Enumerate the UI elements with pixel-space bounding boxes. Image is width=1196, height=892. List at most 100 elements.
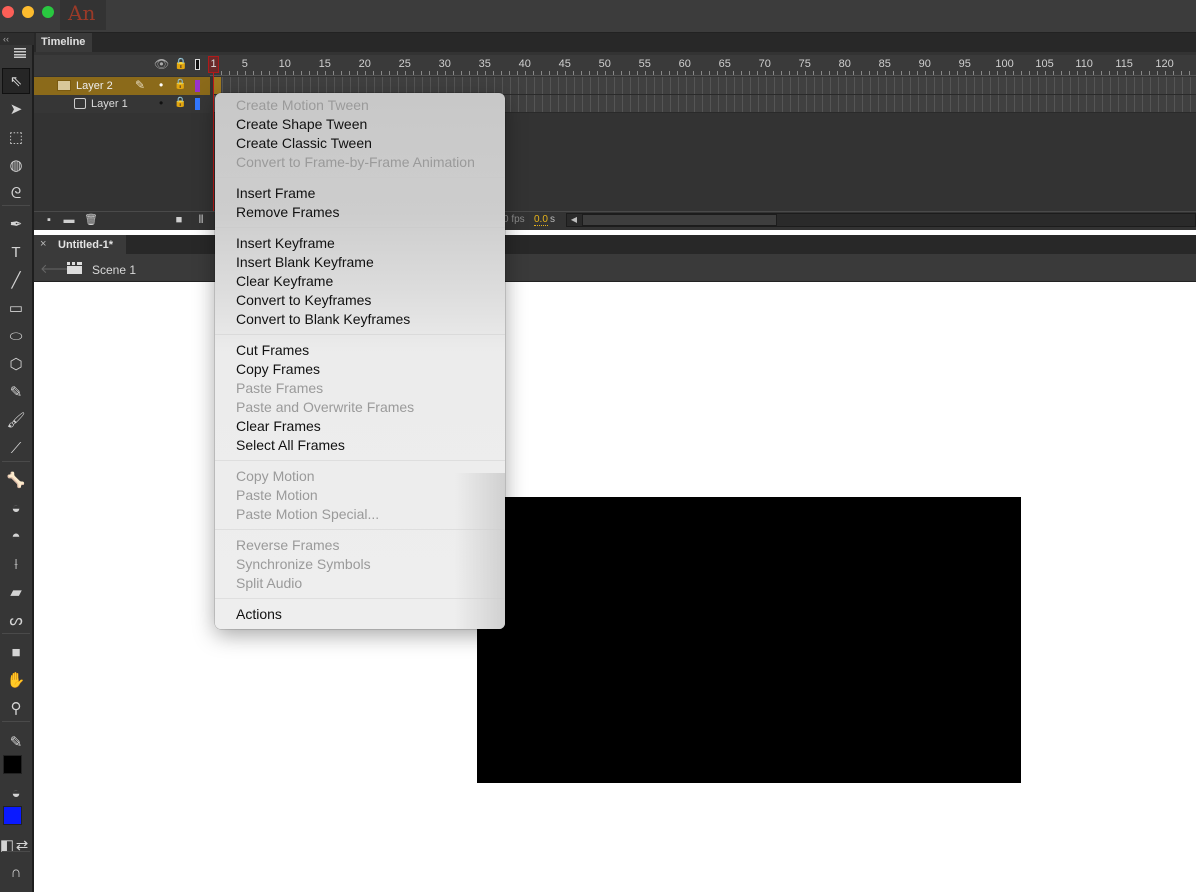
playhead[interactable]: 1: [208, 56, 219, 73]
3d-rotation-tool-icon[interactable]: ◍: [2, 152, 30, 178]
oval-tool-icon[interactable]: ⬭: [2, 323, 30, 349]
scroll-left-icon[interactable]: ◀: [568, 214, 580, 226]
menu-item-create-classic-tween[interactable]: Create Classic Tween: [215, 134, 505, 153]
eraser-tool-icon[interactable]: ▰: [2, 579, 30, 605]
lock-icon[interactable]: 🔒: [174, 97, 186, 108]
ruler-label: 10: [278, 58, 291, 70]
hand-tool-icon[interactable]: ✋: [2, 667, 30, 693]
ruler-tick: [1093, 71, 1094, 75]
width-tool-icon[interactable]: ᔕ: [2, 607, 30, 633]
menu-item-insert-blank-keyframe[interactable]: Insert Blank Keyframe: [215, 253, 505, 272]
menu-item-clear-frames[interactable]: Clear Frames: [215, 417, 505, 436]
lock-all-icon[interactable]: 🔒: [174, 57, 188, 70]
menu-item-convert-to-keyframes[interactable]: Convert to Keyframes: [215, 291, 505, 310]
ruler-label: 40: [518, 58, 531, 70]
menu-item-convert-to-frame-by-frame-animation: Convert to Frame-by-Frame Animation: [236, 154, 475, 170]
ruler-tick: [957, 71, 958, 75]
brush-tool-icon[interactable]: ⟋: [2, 435, 30, 461]
close-window-button[interactable]: [2, 6, 14, 18]
document-tab-title[interactable]: Untitled-1*: [58, 239, 113, 251]
ruler-tick: [701, 71, 702, 75]
show-hide-all-icon[interactable]: 👁: [154, 57, 169, 71]
layer-color-swatch[interactable]: [195, 98, 200, 110]
keyframe-cell[interactable]: [214, 77, 221, 94]
ruler-tick: [669, 71, 670, 75]
scene-clapper-icon: [67, 262, 82, 274]
ruler-tick: [853, 71, 854, 75]
menu-item-insert-keyframe[interactable]: Insert Keyframe: [215, 234, 505, 253]
snap-magnet-icon[interactable]: ∩: [2, 859, 30, 885]
fill-color-swatch[interactable]: [3, 806, 22, 825]
polystar-tool-icon[interactable]: ⬡: [2, 351, 30, 377]
pencil-tool-icon[interactable]: ✎: [2, 379, 30, 405]
ruler-tick: [925, 71, 926, 75]
ruler-tick: [845, 71, 846, 75]
close-tab-icon[interactable]: ×: [40, 238, 46, 250]
rectangle-tool-icon[interactable]: ▭: [2, 295, 30, 321]
new-folder-icon[interactable]: ▬: [62, 214, 76, 227]
bone-tool-icon[interactable]: 🦴: [2, 467, 30, 493]
layer-name[interactable]: Layer 1: [91, 98, 128, 110]
outline-all-icon[interactable]: [195, 59, 200, 70]
stroke-color-swatch[interactable]: [3, 755, 22, 774]
eyedropper-tool-icon[interactable]: ⟊: [2, 551, 30, 577]
ruler-tick: [285, 71, 286, 75]
selection-tool-icon[interactable]: ⇖: [2, 68, 30, 94]
ruler-tick: [717, 71, 718, 75]
ruler-tick: [469, 71, 470, 75]
stroke-color-pencil-icon[interactable]: ✎: [2, 729, 30, 755]
ruler-tick: [413, 71, 414, 75]
ruler-tick: [989, 71, 990, 75]
visibility-dot[interactable]: •: [159, 96, 163, 110]
lasso-tool-icon[interactable]: ᘓ: [2, 180, 30, 206]
ruler-tick: [1117, 71, 1118, 75]
camera-icon[interactable]: ■: [172, 214, 186, 227]
paint-bucket-tool-icon[interactable]: ◒: [2, 495, 30, 521]
menu-item-convert-to-blank-keyframes[interactable]: Convert to Blank Keyframes: [215, 310, 505, 329]
free-transform-tool-icon[interactable]: ⬚: [2, 124, 30, 150]
text-tool-icon[interactable]: T: [2, 239, 30, 265]
rectangle-shape[interactable]: [477, 497, 1021, 783]
onion-skin-icon[interactable]: ⦀: [194, 214, 208, 227]
maximize-window-button[interactable]: [42, 6, 54, 18]
menu-item-clear-keyframe[interactable]: Clear Keyframe: [215, 272, 505, 291]
time-readout[interactable]: 0.0: [534, 214, 548, 226]
tab-timeline[interactable]: Timeline: [36, 33, 92, 52]
new-layer-icon[interactable]: ▪: [42, 214, 56, 227]
menu-item-copy-frames[interactable]: Copy Frames: [215, 360, 505, 379]
line-tool-icon[interactable]: ╱: [2, 267, 30, 293]
layer-row[interactable]: Layer 2 ✎ • 🔒: [34, 77, 210, 95]
black-white-icon[interactable]: ◧: [0, 832, 14, 858]
layer-color-swatch[interactable]: [195, 80, 200, 92]
menu-item-cut-frames[interactable]: Cut Frames: [215, 341, 505, 360]
menu-item-remove-frames[interactable]: Remove Frames: [215, 203, 505, 222]
menu-item-select-all-frames[interactable]: Select All Frames: [215, 436, 505, 455]
fps-readout[interactable]: 0 fps: [503, 214, 525, 225]
panel-menu-icon[interactable]: [14, 48, 26, 58]
delete-layer-icon[interactable]: 🗑: [84, 214, 98, 227]
ruler-tick: [909, 71, 910, 75]
zoom-tool-icon[interactable]: ⚲: [2, 695, 30, 721]
camera-tool-icon[interactable]: ■: [2, 639, 30, 665]
ink-bottle-tool-icon[interactable]: ◓: [2, 523, 30, 549]
collapse-panel-icon[interactable]: ‹‹: [0, 33, 34, 45]
visibility-dot[interactable]: •: [159, 78, 163, 92]
menu-item-create-shape-tween[interactable]: Create Shape Tween: [215, 115, 505, 134]
fill-bucket-icon[interactable]: ◒: [2, 780, 30, 806]
layer-row[interactable]: Layer 1 • 🔒: [34, 95, 210, 113]
swap-colors-icon[interactable]: ⇄: [14, 832, 30, 858]
layer-name[interactable]: Layer 2: [76, 80, 113, 92]
scrollbar-thumb[interactable]: [582, 214, 777, 226]
menu-item-insert-frame[interactable]: Insert Frame: [215, 184, 505, 203]
scene-label[interactable]: Scene 1: [92, 263, 136, 277]
ruler-label: 30: [438, 58, 451, 70]
subselection-tool-icon[interactable]: ➤: [2, 96, 30, 122]
lock-icon[interactable]: 🔒: [174, 79, 186, 90]
menu-item-actions[interactable]: Actions: [215, 605, 505, 624]
pen-tool-icon[interactable]: ✒: [2, 211, 30, 237]
minimize-window-button[interactable]: [22, 6, 34, 18]
ruler-label: 50: [598, 58, 611, 70]
ruler-label: 120: [1155, 58, 1174, 70]
paint-brush-tool-icon[interactable]: 🖌: [2, 407, 30, 433]
ruler-tick: [477, 71, 478, 75]
